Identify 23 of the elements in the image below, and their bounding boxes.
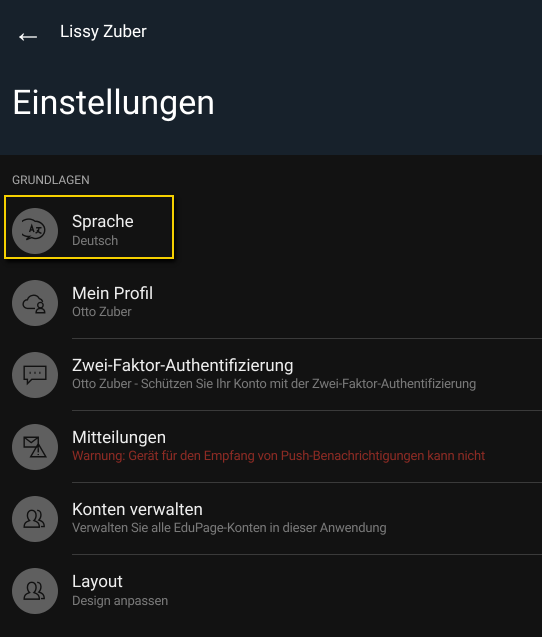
- item-subtitle: Otto Zuber - Schützen Sie Ihr Konto mit der Zwei-Faktor-Authentifizierung: [72, 377, 478, 394]
- account-name: Lissy Zuber: [60, 21, 147, 44]
- item-subtitle: Otto Zuber: [72, 305, 132, 322]
- settings-item[interactable]: Sprache Deutsch: [0, 195, 542, 267]
- back-button[interactable]: ←: [12, 18, 44, 48]
- item-subtitle: Verwalten Sie alle EduPage-Konten in dieser Anwendung: [72, 521, 388, 538]
- mail-warning-icon: [22, 434, 48, 460]
- item-subtitle: Warnung: Gerät für den Empfang von Push-Benachrichtigungen kann nicht: [72, 449, 486, 466]
- settings-item[interactable]: Mitteilungen Warnung: Gerät für den Empfang von Push-Benachrichtigungen kann nicht: [0, 411, 542, 483]
- item-title: Layout: [72, 572, 124, 594]
- page-title: Einstellungen: [12, 86, 216, 120]
- settings-item[interactable]: Layout Design anpassen: [0, 555, 542, 627]
- section-header: GRUNDLAGEN: [11, 172, 91, 189]
- settings-item[interactable]: Zwei-Faktor-Authentifizierung Otto Zuber - Schützen Sie Ihr Konto mit der Zwei-Faktor-Authentifizierung: [0, 339, 542, 411]
- settings-item[interactable]: Mein Profil Otto Zuber: [0, 267, 542, 339]
- settings-item[interactable]: Konten verwalten Verwalten Sie alle EduPage-Konten in dieser Anwendung: [0, 483, 542, 555]
- item-subtitle: Design anpassen: [72, 594, 170, 610]
- item-title: Konten verwalten: [72, 500, 204, 521]
- item-title: Sprache: [72, 212, 135, 234]
- item-title: Mein Profil: [72, 284, 154, 305]
- item-title: Zwei-Faktor-Authentifizierung: [72, 356, 295, 377]
- item-title: Mitteilungen: [72, 428, 168, 449]
- item-subtitle: Deutsch: [72, 234, 120, 250]
